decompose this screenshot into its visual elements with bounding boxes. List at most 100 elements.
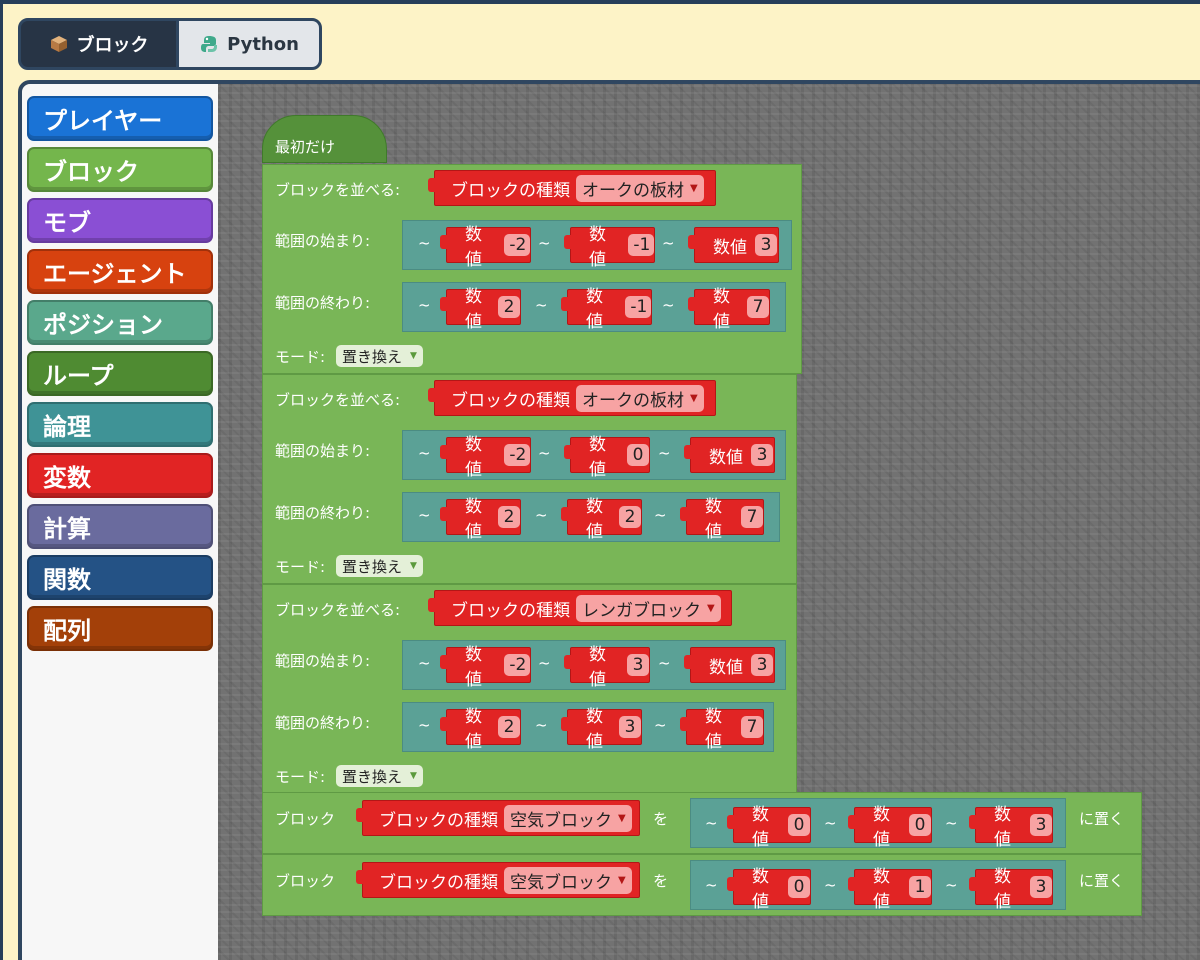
- number-block[interactable]: 数値 1: [848, 867, 932, 912]
- range-start-label: 範囲の始まり:: [275, 442, 371, 460]
- number-block-label: 数値: [465, 645, 482, 690]
- tab-python-label: Python: [227, 33, 299, 55]
- number-value: 7: [741, 716, 763, 738]
- tab-python[interactable]: Python: [176, 21, 319, 67]
- number-block[interactable]: 数値 2: [440, 707, 521, 752]
- number-block[interactable]: 数値 3: [969, 867, 1053, 912]
- number-value: 3: [627, 654, 649, 676]
- number-block[interactable]: 数値 7: [680, 707, 764, 752]
- number-block-label: 数値: [752, 867, 769, 912]
- number-block[interactable]: 数値 3: [688, 227, 779, 263]
- number-block[interactable]: 数値 0: [848, 805, 932, 850]
- category-1[interactable]: ブロック: [27, 147, 213, 192]
- mode-dropdown[interactable]: 置き換え ▼: [336, 555, 423, 577]
- tilde-label: ~: [418, 716, 431, 734]
- chevron-down-icon: ▼: [410, 771, 417, 781]
- number-value: 3: [1030, 876, 1052, 898]
- category-2[interactable]: モブ: [27, 198, 213, 243]
- hat-block-on-start[interactable]: 最初だけ: [262, 115, 387, 163]
- number-block[interactable]: 数値 0: [727, 867, 811, 912]
- block-type-label: ブロックの種類: [379, 810, 498, 831]
- block-type-block[interactable]: ブロックの種類 オークの板材 ▼: [428, 380, 716, 416]
- category-0[interactable]: プレイヤー: [27, 96, 213, 141]
- block-type-dropdown[interactable]: レンガブロック ▼: [576, 594, 721, 622]
- number-value: -2: [504, 234, 530, 256]
- tilde-label: ~: [418, 296, 431, 314]
- number-block-label: 数値: [709, 657, 743, 678]
- python-icon: [199, 34, 219, 54]
- tilde-label: ~: [418, 506, 431, 524]
- number-block[interactable]: 数値 2: [440, 287, 521, 332]
- number-value: 2: [619, 506, 641, 528]
- number-value: 3: [755, 234, 777, 256]
- number-value: -1: [625, 296, 651, 318]
- number-block[interactable]: 数値 -1: [564, 225, 655, 270]
- number-block-label: 数値: [705, 707, 722, 752]
- number-value: 3: [751, 654, 773, 676]
- tilde-label: ~: [654, 716, 667, 734]
- tilde-label: ~: [535, 716, 548, 734]
- category-7[interactable]: 変数: [27, 453, 213, 498]
- mode-value: 置き換え: [342, 557, 403, 576]
- tilde-label: ~: [945, 814, 958, 832]
- number-block[interactable]: 数値 3: [561, 707, 642, 752]
- number-block-label: 数値: [589, 435, 606, 480]
- cube-icon: [49, 34, 69, 54]
- block-type-dropdown[interactable]: オークの板材 ▼: [576, 174, 704, 202]
- number-block[interactable]: 数値 2: [440, 497, 521, 542]
- block-type-block[interactable]: ブロックの種類 レンガブロック ▼: [428, 590, 732, 626]
- number-block[interactable]: 数値 3: [564, 645, 650, 690]
- place-suffix-label: に置く: [1079, 810, 1125, 828]
- number-block[interactable]: 数値 -1: [561, 287, 652, 332]
- mode-dropdown[interactable]: 置き換え ▼: [336, 345, 423, 367]
- number-block[interactable]: 数値 2: [561, 497, 642, 542]
- number-block[interactable]: 数値 0: [564, 435, 650, 480]
- chevron-down-icon: ▼: [690, 392, 698, 404]
- place-prefix-label: ブロック: [275, 872, 336, 890]
- tilde-label: ~: [705, 876, 718, 894]
- number-value: -1: [628, 234, 654, 256]
- block-type-label: ブロックの種類: [451, 390, 570, 411]
- tab-blocks[interactable]: ブロック: [21, 21, 176, 67]
- chevron-down-icon: ▼: [410, 561, 417, 571]
- category-9[interactable]: 関数: [27, 555, 213, 600]
- tilde-label: ~: [535, 296, 548, 314]
- number-block[interactable]: 数値 3: [969, 805, 1053, 850]
- category-4[interactable]: ポジション: [27, 300, 213, 345]
- number-block[interactable]: 数値 -2: [440, 225, 531, 270]
- number-block-label: 数値: [465, 225, 482, 270]
- tilde-label: ~: [945, 876, 958, 894]
- block-type-dropdown[interactable]: 空気ブロック ▼: [504, 804, 632, 832]
- mode-value: 置き換え: [342, 767, 403, 786]
- category-10[interactable]: 配列: [27, 606, 213, 651]
- number-block-label: 数値: [589, 645, 606, 690]
- category-5[interactable]: ループ: [27, 351, 213, 396]
- block-type-dropdown[interactable]: オークの板材 ▼: [576, 384, 704, 412]
- number-block[interactable]: 数値 7: [680, 497, 764, 542]
- number-block-label: 数値: [873, 867, 890, 912]
- category-6[interactable]: 論理: [27, 402, 213, 447]
- number-block[interactable]: 数値 -2: [440, 645, 531, 690]
- block-type-label: ブロックの種類: [379, 872, 498, 893]
- block-type-block[interactable]: ブロックの種類 空気ブロック ▼: [356, 800, 640, 836]
- chevron-down-icon: ▼: [618, 874, 626, 886]
- number-block-label: 数値: [465, 287, 482, 332]
- block-type-block[interactable]: ブロックの種類 オークの板材 ▼: [428, 170, 716, 206]
- editor-mode-tabs: ブロック Python: [18, 18, 322, 70]
- number-block[interactable]: 数値 7: [688, 287, 770, 332]
- block-type-block[interactable]: ブロックの種類 空気ブロック ▼: [356, 862, 640, 898]
- number-block-label: 数値: [589, 225, 606, 270]
- number-block[interactable]: 数値 0: [727, 805, 811, 850]
- category-3[interactable]: エージェント: [27, 249, 213, 294]
- number-block[interactable]: 数値 -2: [440, 435, 531, 480]
- number-block-label: 数値: [586, 287, 603, 332]
- number-value: 3: [751, 444, 773, 466]
- mode-dropdown[interactable]: 置き換え ▼: [336, 765, 423, 787]
- number-value: 0: [788, 876, 810, 898]
- number-block-label: 数値: [713, 287, 730, 332]
- number-block[interactable]: 数値 3: [684, 437, 775, 473]
- category-8[interactable]: 計算: [27, 504, 213, 549]
- number-block[interactable]: 数値 3: [684, 647, 775, 683]
- number-value: 7: [747, 296, 769, 318]
- block-type-dropdown[interactable]: 空気ブロック ▼: [504, 866, 632, 894]
